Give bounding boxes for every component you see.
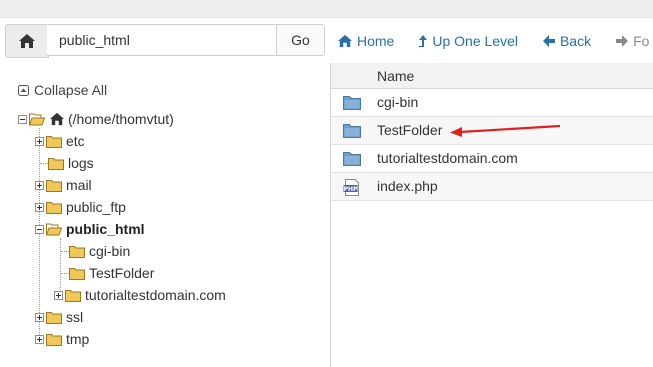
- expand-toggle[interactable]: [35, 180, 44, 190]
- tree-guide-line: [40, 163, 48, 164]
- tree-item-public-html[interactable]: public_html: [35, 220, 145, 238]
- column-header-name[interactable]: Name: [377, 68, 414, 84]
- tree-item-logs[interactable]: logs: [48, 154, 94, 172]
- folder-icon: [48, 157, 64, 170]
- arrow-right-icon: [616, 35, 629, 47]
- file-row-index-php[interactable]: PHP index.php: [331, 173, 653, 201]
- back-button[interactable]: Back: [542, 33, 591, 49]
- tree-item-label: cgi-bin: [89, 243, 131, 259]
- tree-item-cgi-bin[interactable]: cgi-bin: [69, 242, 130, 260]
- path-bar: Go: [5, 24, 325, 58]
- top-strip: [0, 0, 653, 18]
- tree-item-label: logs: [68, 155, 94, 171]
- forward-button-label: Fo: [633, 33, 650, 49]
- tree-item-label: mail: [66, 177, 92, 193]
- tree-guide-line: [61, 251, 69, 252]
- tree-item-label: tmp: [66, 331, 90, 347]
- tree-item-label: public_html: [66, 221, 145, 237]
- svg-text:PHP: PHP: [344, 186, 358, 193]
- file-list: Name cgi-bin TestFolder tutorialtestdoma…: [331, 63, 653, 367]
- tree-item-label: TestFolder: [89, 265, 155, 281]
- arrow-left-icon: [542, 35, 555, 47]
- up-one-level-label: Up One Level: [432, 33, 518, 49]
- annotation-arrow-icon: [450, 124, 561, 137]
- tree-item-tmp[interactable]: tmp: [35, 330, 89, 348]
- collapse-all-button[interactable]: Collapse All: [18, 82, 107, 98]
- home-icon: [50, 112, 64, 126]
- folder-icon: [46, 201, 62, 214]
- folder-icon: [65, 289, 81, 302]
- expand-toggle[interactable]: [35, 334, 44, 344]
- tree-item-label: etc: [66, 133, 85, 149]
- tree-item-tutorialtestdomain[interactable]: tutorialtestdomain.com: [54, 286, 226, 304]
- file-name: TestFolder: [377, 122, 443, 138]
- php-file-icon: PHP: [343, 179, 359, 196]
- home-icon: [338, 34, 352, 48]
- tree-item-public-ftp[interactable]: public_ftp: [35, 198, 126, 216]
- home-button[interactable]: Home: [337, 33, 394, 49]
- tree-item-label: public_ftp: [66, 199, 126, 215]
- collapse-all-label: Collapse All: [34, 82, 108, 98]
- expand-toggle[interactable]: [54, 290, 63, 300]
- collapse-toggle[interactable]: [35, 224, 44, 234]
- tree-item-etc[interactable]: etc: [35, 132, 85, 150]
- tree-item-testfolder[interactable]: TestFolder: [69, 264, 154, 282]
- level-up-icon: [419, 35, 428, 47]
- collapse-icon: [18, 84, 29, 96]
- folder-icon: [46, 179, 62, 192]
- folder-icon: [69, 267, 85, 280]
- home-button-label: Home: [357, 33, 395, 49]
- home-icon: [19, 34, 35, 48]
- forward-button[interactable]: Fo: [615, 33, 649, 49]
- file-list-header: Name: [331, 63, 653, 89]
- folder-icon: [343, 96, 361, 110]
- expand-toggle[interactable]: [35, 202, 44, 212]
- navigation-toolbar: Home Up One Level Back Fo: [337, 24, 653, 58]
- folder-icon: [46, 135, 62, 148]
- file-name: tutorialtestdomain.com: [377, 150, 518, 166]
- file-row-cgi-bin[interactable]: cgi-bin: [331, 89, 653, 117]
- folder-icon: [343, 152, 361, 166]
- up-one-level-button[interactable]: Up One Level: [418, 33, 518, 49]
- file-name: index.php: [377, 178, 438, 194]
- folder-icon: [46, 311, 62, 324]
- back-button-label: Back: [559, 33, 592, 49]
- directory-tree: Collapse All (/home/thomvtut) etc logs m…: [0, 70, 330, 367]
- folder-open-icon: [29, 113, 45, 125]
- tree-root[interactable]: (/home/thomvtut): [18, 110, 174, 128]
- tree-root-label: (/home/thomvtut): [68, 111, 174, 127]
- home-directory-button[interactable]: [5, 24, 49, 58]
- tree-guide-line: [61, 273, 69, 274]
- collapse-toggle[interactable]: [18, 114, 27, 124]
- file-row-tutorialtestdomain[interactable]: tutorialtestdomain.com: [331, 145, 653, 173]
- go-button[interactable]: Go: [276, 24, 325, 56]
- file-name: cgi-bin: [377, 94, 419, 110]
- folder-icon: [69, 245, 85, 258]
- tree-item-mail[interactable]: mail: [35, 176, 92, 194]
- expand-toggle[interactable]: [35, 136, 44, 146]
- folder-open-icon: [46, 223, 62, 235]
- folder-icon: [46, 333, 62, 346]
- expand-toggle[interactable]: [35, 312, 44, 322]
- folder-icon: [343, 124, 361, 138]
- path-input[interactable]: [47, 24, 276, 56]
- tree-item-label: ssl: [66, 309, 84, 325]
- tree-item-ssl[interactable]: ssl: [35, 308, 83, 326]
- tree-item-label: tutorialtestdomain.com: [85, 287, 226, 303]
